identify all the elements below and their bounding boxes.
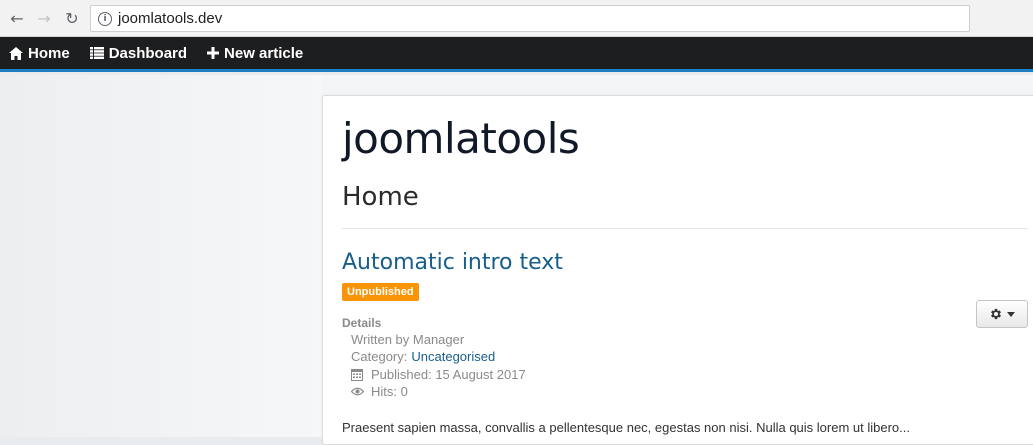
chevron-down-icon xyxy=(1007,311,1015,317)
category-link[interactable]: Uncategorised xyxy=(411,349,495,364)
details-label: Details xyxy=(342,316,382,330)
nav-new-article-link[interactable]: New article xyxy=(207,45,303,62)
page-heading: Home xyxy=(342,182,419,212)
nav-dashboard-link[interactable]: Dashboard xyxy=(89,44,188,62)
eye-icon xyxy=(351,387,365,396)
category-label: Category: xyxy=(351,349,408,364)
left-sidebar-area xyxy=(0,75,322,437)
reload-icon[interactable]: ↻ xyxy=(62,8,82,28)
nav-new-article-label: New article xyxy=(224,44,304,62)
address-bar[interactable]: i joomlatools.dev xyxy=(90,5,970,32)
calendar-icon xyxy=(351,368,365,381)
address-text: joomlatools.dev xyxy=(118,10,223,27)
author-row: Written by Manager xyxy=(351,332,464,347)
published-text: Published: 15 August 2017 xyxy=(371,367,526,382)
article-intro-text: Praesent sapien massa, convallis a pelle… xyxy=(342,420,910,435)
info-icon[interactable]: i xyxy=(98,11,112,26)
published-row: Published: 15 August 2017 xyxy=(351,367,526,382)
forward-arrow-icon[interactable]: → xyxy=(34,8,54,28)
hits-row: Hits: 0 xyxy=(351,384,408,399)
status-badge: Unpublished xyxy=(342,283,419,301)
article-actions-button[interactable] xyxy=(976,300,1028,328)
site-title: joomlatools xyxy=(342,114,580,163)
hits-text: Hits: 0 xyxy=(371,384,408,399)
home-icon xyxy=(9,46,23,60)
nav-home-link[interactable]: Home xyxy=(9,45,70,62)
browser-toolbar: ← → ↻ i joomlatools.dev xyxy=(0,0,1033,37)
nav-home-label: Home xyxy=(28,44,70,62)
back-arrow-icon[interactable]: ← xyxy=(7,8,27,28)
gear-icon xyxy=(989,307,1003,321)
article-title-link[interactable]: Automatic intro text xyxy=(342,250,563,275)
plus-icon xyxy=(207,47,220,59)
heading-divider xyxy=(342,228,1028,229)
content-card: joomlatools Home Automatic intro text Un… xyxy=(322,95,1033,445)
list-icon xyxy=(89,47,104,59)
nav-dashboard-label: Dashboard xyxy=(108,44,188,62)
category-row: Category: Uncategorised xyxy=(351,349,495,364)
author-text: Written by Manager xyxy=(351,332,465,347)
site-navbar: Home Dashboard New article xyxy=(0,37,1033,72)
